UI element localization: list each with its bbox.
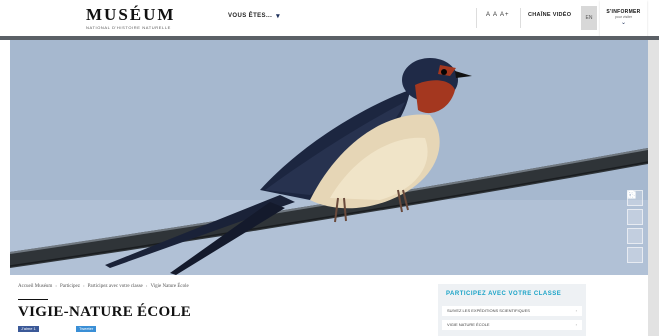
tweet-button[interactable]: Tweeter — [76, 326, 97, 332]
participate-panel: PARTICIPEZ AVEC VOTRE CLASSE SUIVEZ LES … — [438, 284, 586, 336]
facebook-like-button[interactable]: J'aime 1 — [18, 326, 39, 332]
logo-subtitle: national d'histoire naturelle — [86, 25, 171, 30]
panel-link-label: VIGIE NATURE ÉCOLE — [447, 322, 490, 327]
divider — [476, 8, 477, 28]
panel-link[interactable]: VIGIE NATURE ÉCOLE › — [442, 320, 582, 330]
language-button[interactable]: EN — [581, 6, 597, 30]
calendar-icon[interactable] — [627, 191, 643, 225]
right-margin-panel — [648, 40, 659, 336]
logo-wordmark: MUSÉUM — [86, 5, 176, 24]
chevron-down-icon: ⌄ — [620, 20, 627, 26]
breadcrumb-item[interactable]: Participez — [60, 284, 80, 289]
info-icon[interactable] — [627, 190, 643, 263]
sinformer-button[interactable]: S'INFORMER pour visiter ⌄ — [600, 0, 647, 38]
panel-heading: PARTICIPEZ AVEC VOTRE CLASSE — [446, 291, 562, 297]
swallow-illustration — [10, 40, 648, 275]
breadcrumb-separator: › — [145, 284, 148, 289]
breadcrumb-item[interactable]: Participez avec votre classe — [88, 284, 143, 289]
breadcrumb-separator: › — [82, 284, 85, 289]
breadcrumb-separator: › — [55, 284, 57, 289]
vous-etes-menu[interactable]: VOUS ÊTES... ▾ — [228, 12, 280, 20]
divider — [520, 8, 521, 28]
page-title: VIGIE-NATURE ÉCOLE — [18, 304, 192, 320]
chevron-down-icon: ▾ — [276, 13, 281, 20]
chevron-right-icon: › — [575, 308, 577, 313]
ticket-icon[interactable] — [627, 190, 643, 244]
hero-toolbar — [627, 190, 643, 263]
panel-link-label: SUIVEZ LES EXPÉDITIONS SCIENTIFIQUES — [447, 308, 530, 313]
top-header: MUSÉUM national d'histoire naturelle VOU… — [0, 0, 659, 38]
chaine-video-link[interactable]: CHAÎNE VIDÉO — [528, 12, 571, 18]
breadcrumb-item-current: Vigie Nature École — [150, 284, 189, 289]
breadcrumb-item[interactable]: Accueil Muséum — [18, 284, 52, 289]
panel-link[interactable]: SUIVEZ LES EXPÉDITIONS SCIENTIFIQUES › — [442, 306, 582, 316]
breadcrumb: Accueil Muséum › Participez › Participez… — [18, 284, 189, 289]
chevron-right-icon: › — [575, 322, 577, 327]
font-size-controls[interactable]: A A A+ — [486, 12, 510, 18]
title-rule — [18, 299, 48, 300]
hero-image — [10, 40, 648, 275]
museum-logo[interactable]: MUSÉUM national d'histoire naturelle — [86, 6, 206, 32]
vous-etes-label: VOUS ÊTES... — [228, 13, 273, 19]
